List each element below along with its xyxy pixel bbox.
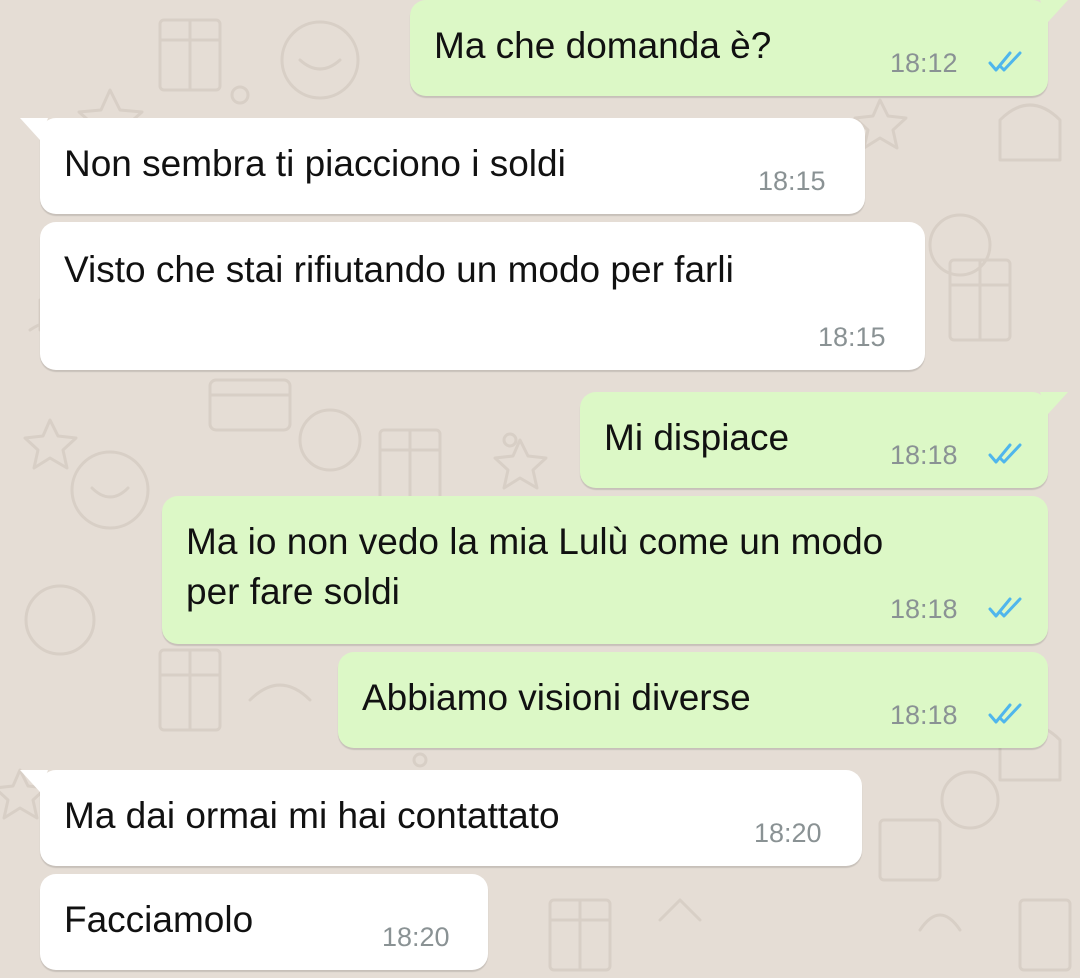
message-text: Ma che domanda è? [434,25,772,66]
message-text-line-1: Ma io non vedo la mia Lulù come un modo [186,521,884,562]
message-text: Abbiamo visioni diverse [362,677,751,718]
message-time: 18:12 [890,48,958,78]
double-check-icon [988,597,1022,618]
bubble-tail [1040,392,1068,414]
message-text-line-2: per fare soldi [186,571,400,612]
message-bubble-outgoing[interactable]: Abbiamo visioni diverse 18:18 [338,652,1048,748]
double-check-icon [988,51,1022,72]
message-time: 18:20 [382,922,450,952]
message-bubble-incoming[interactable]: Non sembra ti piacciono i soldi 18:15 [20,118,865,214]
bubble-tail [20,118,48,140]
message-text: Visto che stai rifiutando un modo per fa… [64,249,734,290]
message-text: Mi dispiace [604,417,790,458]
message-bubble-outgoing[interactable]: Ma che domanda è? 18:12 [410,0,1068,96]
double-check-icon [988,443,1022,464]
message-time: 18:18 [890,700,958,730]
message-bubble-incoming[interactable]: Facciamolo 18:20 [40,874,488,970]
message-text: Ma dai ormai mi hai contattato [64,795,560,836]
double-check-icon [988,703,1022,724]
message-time: 18:18 [890,440,958,470]
message-bubble-incoming[interactable]: Visto che stai rifiutando un modo per fa… [40,222,925,370]
message-time: 18:15 [758,166,826,196]
bubble-tail [1040,0,1068,22]
bubble-tail [20,770,48,792]
message-text: Non sembra ti piacciono i soldi [64,143,566,184]
message-bubble-outgoing[interactable]: Ma io non vedo la mia Lulù come un modo … [162,496,1048,644]
message-time: 18:15 [818,322,886,352]
message-bubble-outgoing[interactable]: Mi dispiace 18:18 [580,392,1068,488]
message-bubble-incoming[interactable]: Ma dai ormai mi hai contattato 18:20 [20,770,862,866]
message-time: 18:18 [890,594,958,624]
message-time: 18:20 [754,818,822,848]
message-text: Facciamolo [64,899,254,940]
